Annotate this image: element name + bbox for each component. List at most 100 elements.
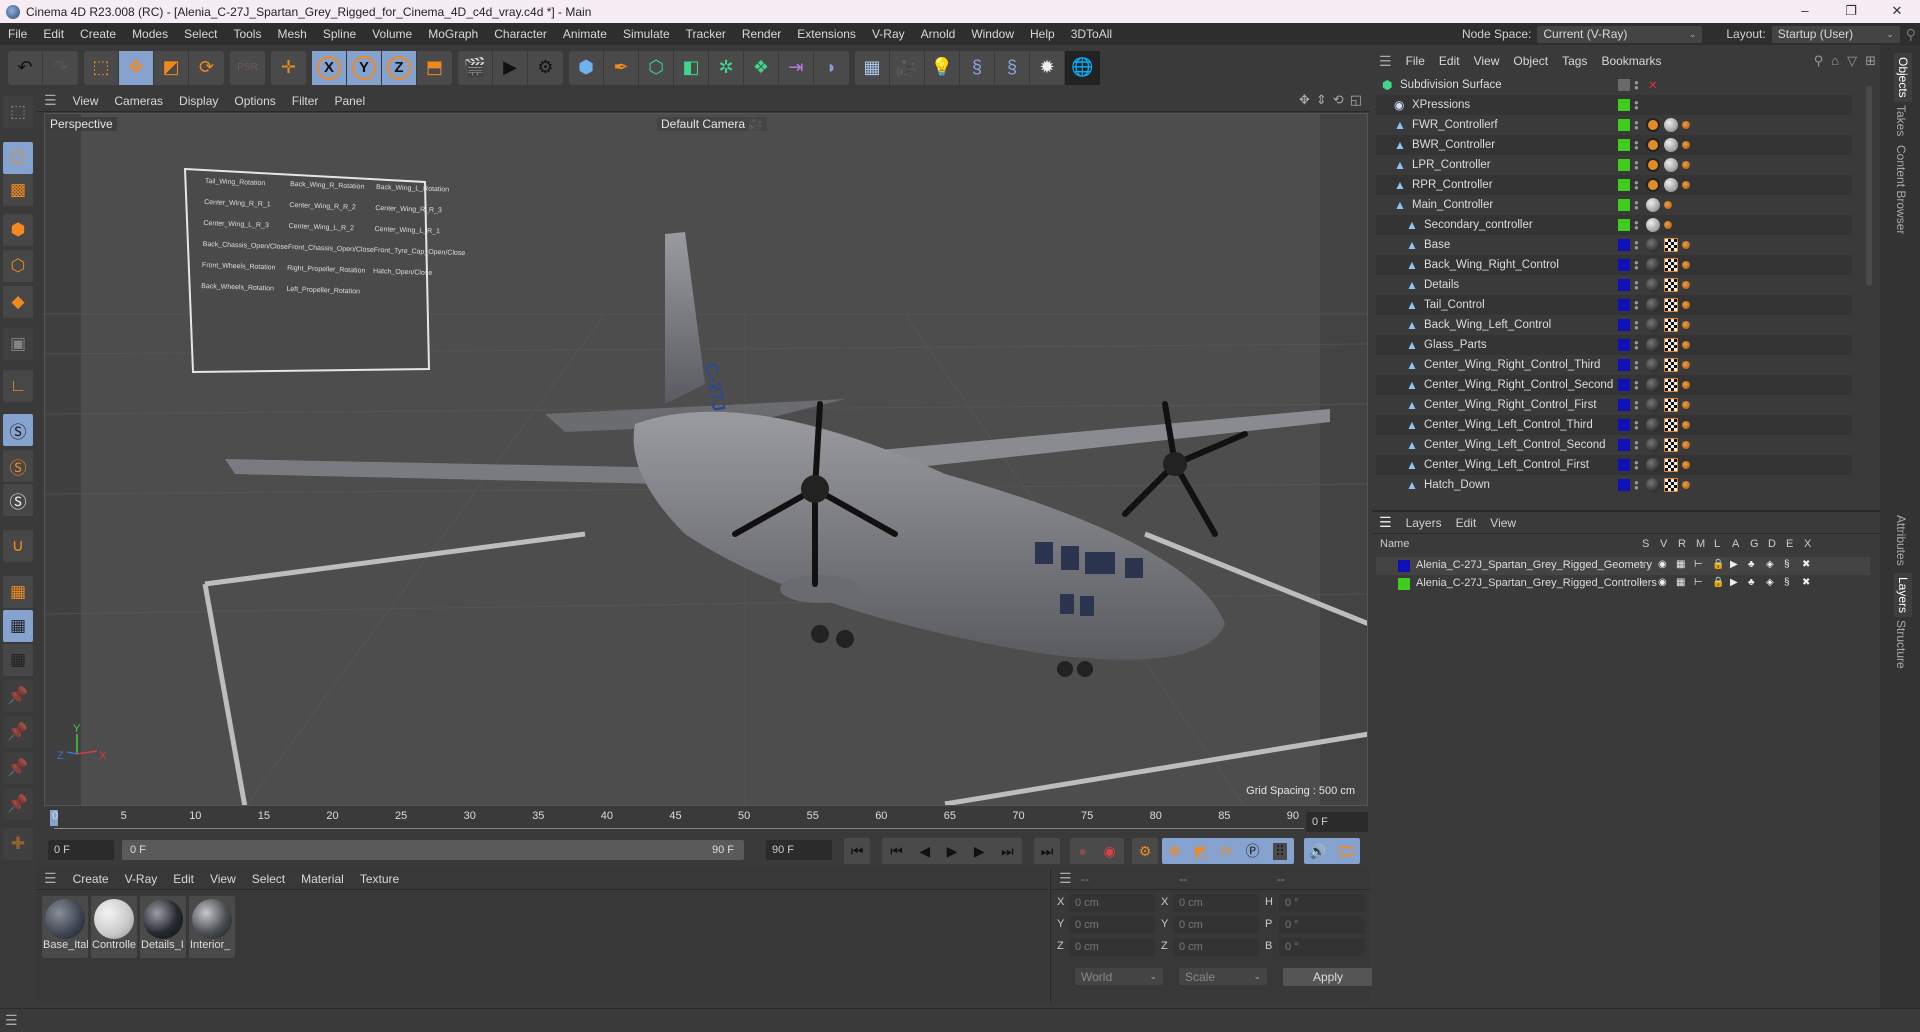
viewport-menu-options[interactable]: Options xyxy=(226,94,283,108)
hud-label[interactable]: Front_Chassis_Open/Close xyxy=(288,244,374,254)
constraint-tag-icon[interactable] xyxy=(1682,281,1690,289)
object-name[interactable]: LPR_Controller xyxy=(1412,159,1491,171)
constraint-tag-icon[interactable] xyxy=(1682,441,1690,449)
previous-frame-icon[interactable]: ◀ xyxy=(919,843,930,860)
rotation-field[interactable]: 0 ° xyxy=(1279,916,1365,934)
layer-name[interactable]: Alenia_C-27J_Spartan_Grey_Rigged_Control… xyxy=(1416,577,1657,589)
workplane-button[interactable]: ▦ xyxy=(3,576,33,608)
material-thumbnail[interactable]: Base_Ital xyxy=(42,896,88,958)
layer-menu-edit[interactable]: Edit xyxy=(1449,516,1484,530)
disabled-x-icon[interactable]: ✕ xyxy=(1648,78,1658,92)
layout-dropdown[interactable]: Startup (User) ⌄ xyxy=(1771,25,1900,43)
texture-tag-icon[interactable] xyxy=(1664,458,1678,472)
texture-tag-icon[interactable] xyxy=(1664,358,1678,372)
material-tag-icon[interactable] xyxy=(1664,118,1678,132)
material-tag-icon[interactable] xyxy=(1646,218,1660,232)
hud-label[interactable]: Front_Wheels_Rotation xyxy=(202,262,287,272)
cube-button[interactable]: ⬢ xyxy=(569,50,604,85)
object-name[interactable]: Glass_Parts xyxy=(1424,339,1487,351)
render-icon[interactable]: ▦ xyxy=(1676,577,1685,588)
camera-button[interactable]: 🎥 xyxy=(890,50,925,85)
material-thumbnail[interactable]: Details_I xyxy=(140,896,186,958)
material-tag-icon[interactable] xyxy=(1646,378,1660,392)
frame-range-slider[interactable]: 0 F 90 F xyxy=(122,840,744,860)
layer-color-swatch[interactable] xyxy=(1398,578,1410,590)
snap-button[interactable]: ∪ xyxy=(3,530,33,562)
pin-target-button[interactable]: 📌 xyxy=(3,788,33,820)
previous-key-icon[interactable]: ⏮ xyxy=(890,843,903,860)
hamburger-icon[interactable]: ☰ xyxy=(36,870,65,887)
redo-button[interactable]: ↷ xyxy=(43,51,78,85)
layer-color-swatch[interactable] xyxy=(1618,479,1630,491)
menu-extensions[interactable]: Extensions xyxy=(789,23,864,45)
key-position-icon[interactable]: ✥ xyxy=(1169,843,1181,860)
manager-icon[interactable]: ⊢ xyxy=(1694,577,1703,588)
light-button[interactable]: 💡 xyxy=(925,50,960,85)
solo-icon[interactable]: ● xyxy=(1640,577,1646,588)
material-tag-icon[interactable] xyxy=(1646,258,1660,272)
object-menu-tags[interactable]: Tags xyxy=(1555,54,1594,68)
visibility-toggle[interactable]: ● ● xyxy=(1634,179,1639,192)
constraint-tag-icon[interactable] xyxy=(1664,221,1672,229)
material-tag-icon[interactable] xyxy=(1646,478,1660,492)
protection-tag-icon[interactable] xyxy=(1646,138,1660,152)
camera-label[interactable]: Default Camera 🎥 xyxy=(657,117,768,131)
rotation-field[interactable]: 0 ° xyxy=(1279,894,1365,912)
hud-label[interactable]: Center_Wing_R_R_2 xyxy=(289,202,375,212)
object-row[interactable]: ▲ Center_Wing_Left_Control_First ● ● xyxy=(1376,455,1852,475)
viewport-menu-filter[interactable]: Filter xyxy=(284,94,327,108)
object-name[interactable]: Center_Wing_Left_Control_First xyxy=(1424,459,1589,471)
menu-character[interactable]: Character xyxy=(486,23,555,45)
constraint-tag-icon[interactable] xyxy=(1682,241,1690,249)
visibility-toggle[interactable]: ● ● xyxy=(1634,139,1639,152)
solo-button[interactable]: Ⓢ xyxy=(3,414,33,446)
object-row[interactable]: ▲ Hatch_Down ● ● xyxy=(1376,475,1852,495)
rotation-field[interactable]: 0 ° xyxy=(1279,938,1365,956)
layer-color-swatch[interactable] xyxy=(1618,199,1630,211)
deformer-icon[interactable]: ◈ xyxy=(1766,577,1774,588)
material-menu-create[interactable]: Create xyxy=(65,872,117,886)
position-field[interactable]: 0 cm xyxy=(1069,894,1155,912)
material-tag-icon[interactable] xyxy=(1646,418,1660,432)
tab-layers[interactable]: Layers xyxy=(1894,573,1912,618)
home-icon[interactable]: ⌂ xyxy=(1831,53,1839,69)
visibility-toggle[interactable]: ● ● xyxy=(1634,339,1639,352)
visibility-toggle[interactable]: ● ● xyxy=(1634,79,1639,92)
material-tag-icon[interactable] xyxy=(1646,398,1660,412)
material-menu-vray[interactable]: V-Ray xyxy=(117,872,166,886)
next-key-icon[interactable]: ⏭ xyxy=(1001,843,1014,860)
hamburger-icon[interactable]: ☰ xyxy=(36,92,65,109)
object-name[interactable]: Center_Wing_Right_Control_First xyxy=(1424,399,1597,411)
layer-color-swatch[interactable] xyxy=(1618,359,1630,371)
layer-color-swatch[interactable] xyxy=(1618,99,1630,111)
texture-tag-icon[interactable] xyxy=(1664,318,1678,332)
object-row[interactable]: ▲ FWR_Controllerf ● ● xyxy=(1376,115,1852,135)
next-frame-icon[interactable]: ▶ xyxy=(974,843,985,860)
visibility-toggle[interactable]: ● ● xyxy=(1634,319,1639,332)
viewport-menu-view[interactable]: View xyxy=(65,94,107,108)
constraint-tag-icon[interactable] xyxy=(1682,181,1690,189)
layer-color-swatch[interactable] xyxy=(1618,419,1630,431)
constraint-tag-icon[interactable] xyxy=(1682,261,1690,269)
material-tag-icon[interactable] xyxy=(1646,238,1660,252)
menu-modes[interactable]: Modes xyxy=(124,23,176,45)
generator-icon[interactable]: ♣ xyxy=(1748,577,1755,588)
locked-workplane-button[interactable]: ▦ xyxy=(3,610,33,642)
array-button[interactable]: ❖ xyxy=(744,50,779,85)
live-selection-button[interactable]: ⬚ xyxy=(84,50,119,85)
layer-color-swatch[interactable] xyxy=(1618,119,1630,131)
extrude-button[interactable]: ◧ xyxy=(674,50,709,85)
3d-viewport[interactable]: C-27J Y X Z Perspective Default Camera 🎥… xyxy=(44,113,1368,806)
new-window-icon[interactable]: ⊞ xyxy=(1865,53,1876,69)
visibility-toggle[interactable]: ● ● xyxy=(1634,259,1639,272)
menu-tools[interactable]: Tools xyxy=(225,23,269,45)
visibility-toggle[interactable]: ● ● xyxy=(1634,99,1639,112)
visibility-toggle[interactable]: ● ● xyxy=(1634,279,1639,292)
key-parameter-icon[interactable]: Ⓟ xyxy=(1246,841,1260,861)
position-field[interactable]: 0 cm xyxy=(1069,916,1155,934)
undo-button[interactable]: ↶ xyxy=(8,50,43,85)
object-row[interactable]: ▲ Center_Wing_Left_Control_Third ● ● xyxy=(1376,415,1852,435)
visibility-toggle[interactable]: ● ● xyxy=(1634,199,1639,212)
python-generator-button[interactable]: § xyxy=(995,50,1030,85)
key-rotation-icon[interactable]: ⟳ xyxy=(1220,843,1232,860)
